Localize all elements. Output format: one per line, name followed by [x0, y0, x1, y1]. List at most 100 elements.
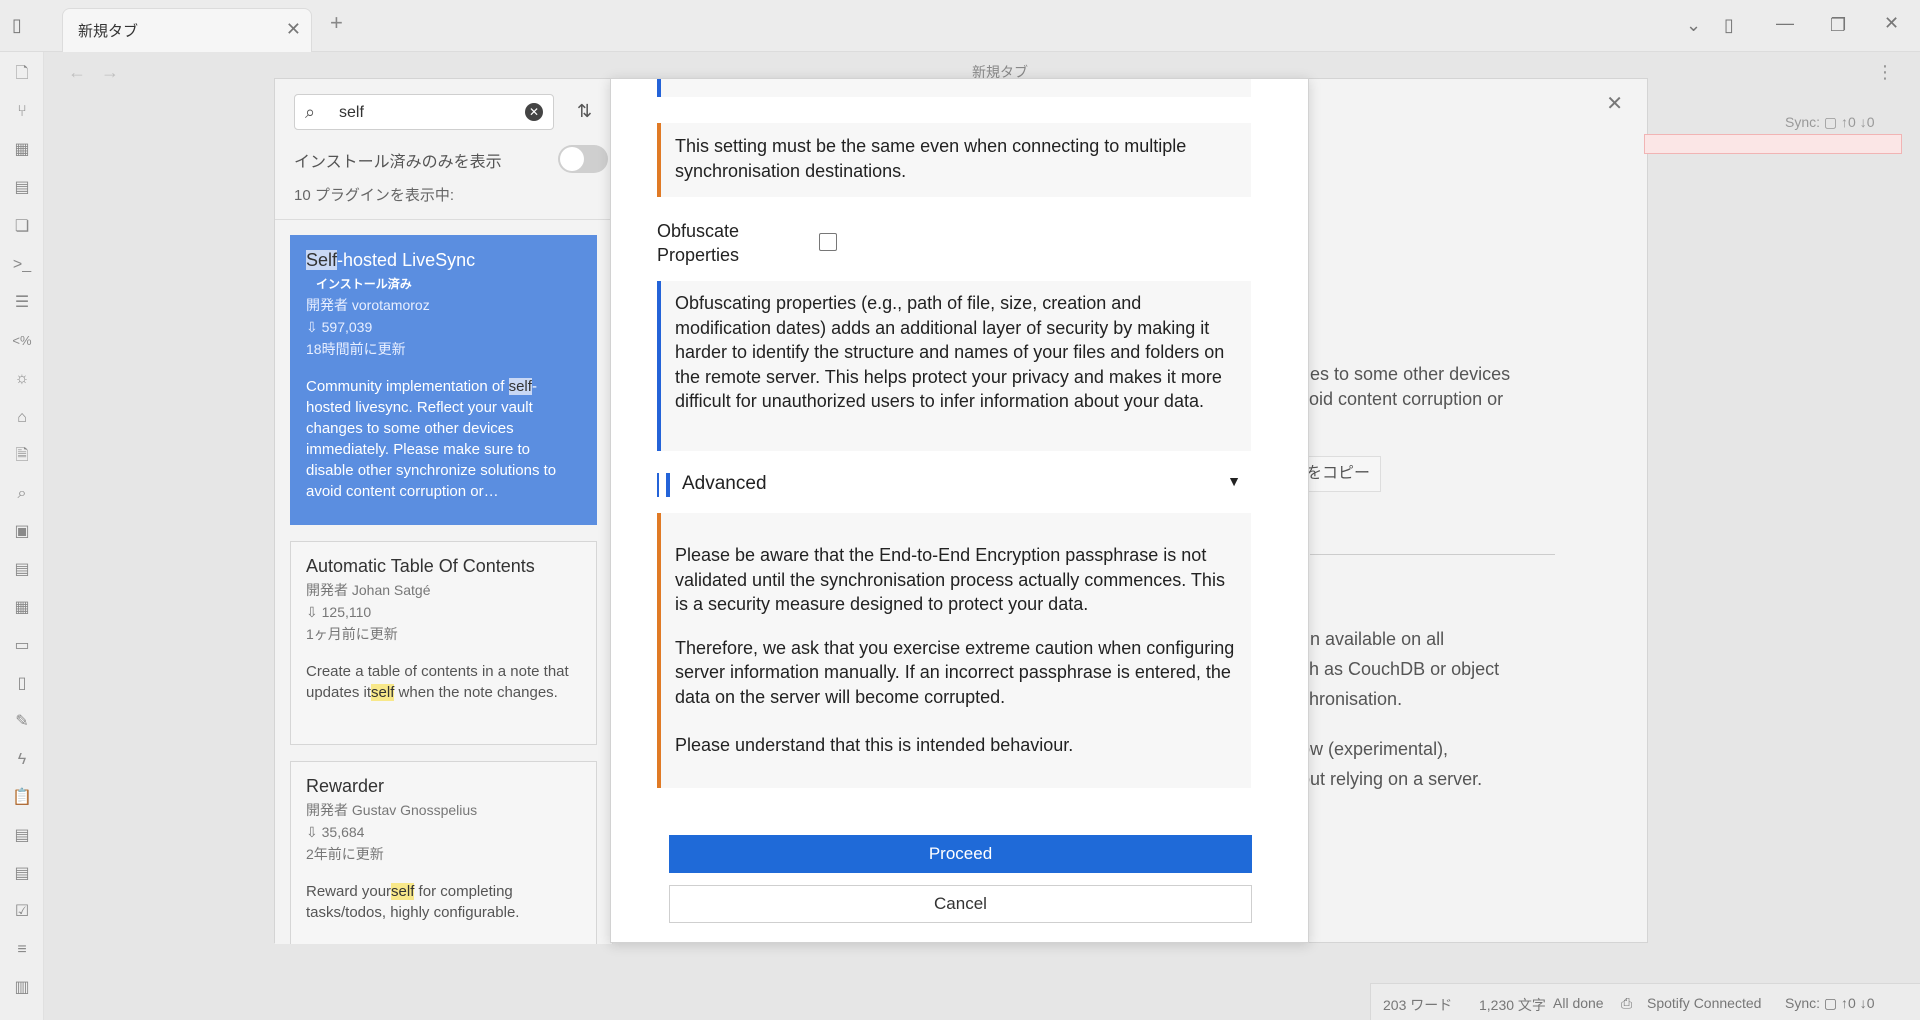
installed-only-label: インストール済みのみを表示: [294, 154, 502, 171]
warning-text-2: Therefore, we ask that you exercise extr…: [675, 637, 1235, 707]
page-icon[interactable]: ▯: [12, 674, 32, 694]
warning-text-1: Please be aware that the End-to-End Encr…: [675, 545, 1225, 614]
close-icon[interactable]: ✕: [286, 19, 301, 40]
tab-new[interactable]: 新規タブ ✕: [62, 8, 312, 52]
status-bar: 203 ワード 1,230 文字 All done ⎙ Spotify Conn…: [1370, 983, 1920, 1020]
lightning-icon[interactable]: ϟ: [12, 750, 32, 770]
plugin-count: 10 プラグインを表示中:: [294, 187, 455, 204]
advanced-section-toggle[interactable]: Advanced ▼: [657, 471, 1251, 499]
download-icon: ⇩: [306, 319, 322, 335]
sync-indicator[interactable]: Sync: ▢ ↑0 ↓0: [1785, 995, 1875, 1012]
detail-text-7: hout relying on a server.: [1290, 769, 1483, 789]
proceed-button[interactable]: Proceed: [669, 835, 1252, 873]
book-icon[interactable]: ▭: [12, 636, 32, 656]
search-icon: ⌕: [305, 102, 316, 122]
plugin-name: Self-hosted LiveSync: [306, 250, 476, 270]
download-icon: ⇩: [306, 824, 322, 840]
download-icon: ⇩: [306, 604, 322, 620]
columns-icon[interactable]: ▥: [12, 978, 32, 998]
plugin-downloads: ⇩ 35,684: [306, 824, 365, 840]
calendar-3-icon[interactable]: ▤: [12, 826, 32, 846]
terminal-icon[interactable]: >_: [12, 255, 32, 275]
percent-icon[interactable]: <%: [12, 331, 32, 351]
bullet-list-icon[interactable]: ≡: [12, 940, 32, 960]
spotify-status[interactable]: Spotify Connected: [1647, 995, 1761, 1011]
plugin-name: Automatic Table Of Contents: [306, 556, 535, 576]
minimize-icon[interactable]: —: [1776, 14, 1794, 32]
caret-down-icon: ▼: [1227, 473, 1241, 489]
clear-search-icon[interactable]: ✕: [525, 103, 543, 121]
passphrase-warning: Please be aware that the End-to-End Encr…: [657, 513, 1251, 788]
tab-bar: ▯ 新規タブ ✕ + ⌄ ▯ — ❐ ✕: [0, 0, 1920, 52]
prev-block: [657, 79, 1251, 97]
warning-text-3: Please understand that this is intended …: [675, 735, 1074, 755]
grid-icon[interactable]: ▦: [12, 140, 32, 160]
right-sidebar-icon[interactable]: ▯: [1724, 16, 1734, 34]
plugin-updated: 1ヶ月前に更新: [306, 626, 398, 642]
document-icon[interactable]: 🗎: [12, 446, 32, 466]
left-ribbon: 🗋 ⑂ ▦ ▤ ❏ >_ ☰ <% ☼ ⌂ 🗎 ⌕ ▣ ▤ ▦ ▭ ▯ ✎ ϟ …: [0, 52, 44, 1020]
table-icon[interactable]: ▦: [12, 598, 32, 618]
graph-icon[interactable]: ⑂: [12, 102, 32, 122]
detail-text-4: uch as CouchDB or object: [1290, 659, 1500, 679]
plugin-updated: 18時間前に更新: [306, 341, 406, 357]
char-count: 1,230 文字: [1479, 997, 1546, 1013]
plugin-updated: 2年前に更新: [306, 846, 384, 862]
plugin-downloads: ⇩ 597,039: [306, 319, 373, 335]
obfuscate-properties-label: Obfuscate Properties: [657, 221, 740, 265]
detail-text-1: nges to some other devices: [1290, 364, 1511, 384]
home-icon[interactable]: ⌂: [12, 408, 32, 428]
copy-icon[interactable]: ❏: [12, 217, 32, 237]
pen-icon[interactable]: ✎: [12, 712, 32, 732]
same-setting-notice: This setting must be the same even when …: [657, 123, 1251, 197]
plugin-card-toc[interactable]: Automatic Table Of Contents 開発者 Johan Sa…: [290, 541, 597, 745]
kanban-icon[interactable]: ▣: [12, 522, 32, 542]
lightbulb-icon[interactable]: ☼: [12, 369, 32, 389]
restore-icon[interactable]: ❐: [1830, 16, 1846, 34]
search-icon[interactable]: ⌕: [12, 484, 32, 504]
plugin-description: Create a table of contents in a note tha…: [306, 663, 569, 701]
sidebar-toggle-icon[interactable]: ▯: [12, 16, 22, 34]
calendar-4-icon[interactable]: ▤: [12, 864, 32, 884]
plugin-search[interactable]: ⌕ ✕: [294, 94, 554, 130]
error-banner: [1644, 134, 1902, 154]
detail-text-6: now (experimental),: [1290, 739, 1449, 759]
plugins-list-pane: ⌕ ✕ ⇅ インストール済みのみを表示 10 プラグインを表示中: Self-h…: [275, 79, 613, 944]
chevron-down-icon[interactable]: ⌄: [1686, 16, 1701, 34]
word-count: 203 ワード: [1383, 997, 1453, 1013]
plugin-name: Rewarder: [306, 776, 385, 796]
printer-icon[interactable]: ⎙: [1621, 995, 1632, 1012]
plugin-author: 開発者 Johan Satgé: [306, 582, 431, 598]
close-icon[interactable]: ✕: [1606, 91, 1623, 116]
sort-icon[interactable]: ⇅: [577, 101, 592, 122]
divider: [1310, 554, 1555, 555]
list-icon[interactable]: ☰: [12, 293, 32, 313]
obfuscate-info: Obfuscating properties (e.g., path of fi…: [657, 281, 1251, 451]
window-close-icon[interactable]: ✕: [1884, 14, 1899, 32]
plugin-description: Reward yourself for completing tasks/tod…: [306, 883, 520, 921]
encryption-setup-dialog: This setting must be the same even when …: [610, 78, 1309, 943]
cancel-button[interactable]: Cancel: [669, 885, 1252, 923]
plugin-author: 開発者 Gustav Gnosspelius: [306, 802, 478, 818]
checkbox-icon[interactable]: ☑: [12, 902, 32, 922]
tab-title: 新規タブ: [78, 23, 139, 40]
sync-status: Sync: ▢ ↑0 ↓0: [1785, 114, 1875, 130]
plugin-author: 開発者 vorotamoroz: [306, 297, 430, 313]
calendar-icon[interactable]: ▤: [12, 178, 32, 198]
plugin-card-rewarder[interactable]: Rewarder 開発者 Gustav Gnosspelius ⇩ 35,684…: [290, 761, 597, 944]
clipboard-icon[interactable]: 📋: [12, 788, 32, 808]
sync-state: All done: [1553, 995, 1604, 1011]
installed-only-toggle[interactable]: [558, 145, 608, 173]
advanced-label: Advanced: [682, 473, 767, 494]
info-text: Obfuscating properties (e.g., path of fi…: [675, 293, 1225, 411]
plugin-downloads: ⇩ 125,110: [306, 604, 372, 620]
plugin-description: Community implementation of self-hosted …: [306, 378, 557, 500]
calendar-2-icon[interactable]: ▤: [12, 560, 32, 580]
plugin-card-livesync[interactable]: Self-hosted LiveSync インストール済み 開発者 vorota…: [290, 235, 597, 525]
new-tab-button[interactable]: +: [330, 12, 343, 34]
detail-text-2: avoid content corruption or: [1290, 389, 1504, 409]
plugin-search-input[interactable]: [339, 102, 509, 124]
obfuscate-properties-checkbox[interactable]: [819, 233, 837, 251]
detail-text-3: g-in available on all: [1290, 629, 1445, 649]
notice-text: This setting must be the same even when …: [675, 136, 1187, 181]
